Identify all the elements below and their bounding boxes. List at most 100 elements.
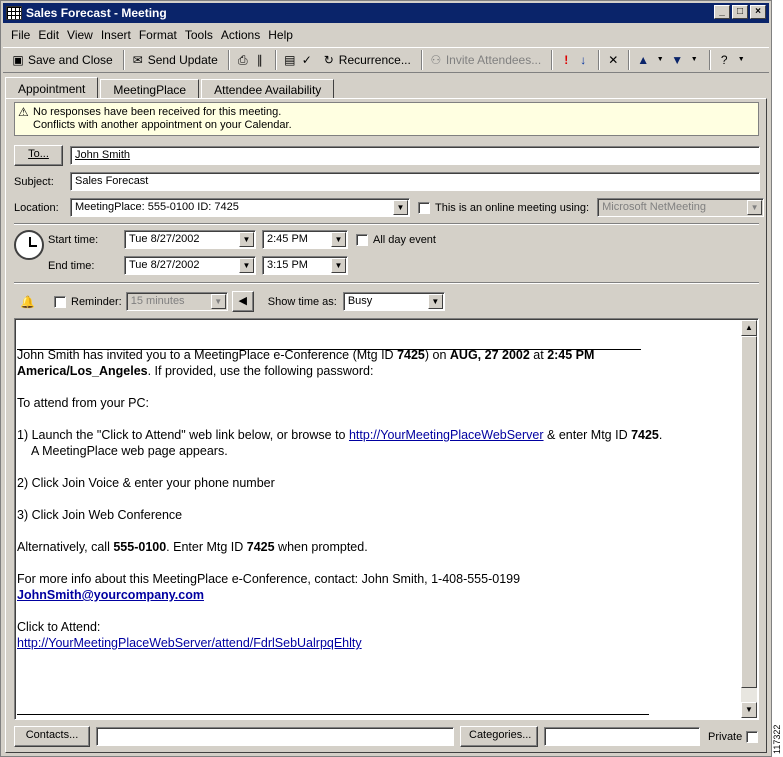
printer-icon[interactable]: ⎙ <box>236 53 250 67</box>
alternative-call: Alternatively, call 555-0100. Enter Mtg … <box>17 539 737 555</box>
chevron-down-icon[interactable]: ▼ <box>393 200 408 215</box>
tab-appointment[interactable]: Appointment <box>5 77 99 99</box>
end-date-combo[interactable]: Tue 8/27/2002 ▼ <box>124 256 256 275</box>
email-link[interactable]: JohnSmith@yourcompany.com <box>17 588 204 602</box>
reminder-sound-button[interactable]: ◀ <box>231 291 254 312</box>
to-button[interactable]: To... <box>14 145 63 166</box>
start-time-combo[interactable]: 2:45 PM ▼ <box>262 230 348 249</box>
minimize-button[interactable]: _ <box>714 5 730 19</box>
chevron-down-icon[interactable]: ▼ <box>239 258 254 273</box>
menu-view[interactable]: View <box>67 28 93 42</box>
online-meeting-checkbox[interactable] <box>418 201 430 214</box>
online-meeting-value: Microsoft NetMeeting <box>602 201 707 213</box>
scroll-up-icon[interactable]: ▲ <box>741 320 757 336</box>
info-line-responses: No responses have been received for this… <box>33 106 282 118</box>
save-and-close-button[interactable]: ▣ Save and Close <box>11 53 112 67</box>
divider <box>14 223 759 225</box>
send-update-button[interactable]: ✉ Send Update <box>131 53 218 67</box>
menu-tools[interactable]: Tools <box>185 28 213 42</box>
contact-info: For more info about this MeetingPlace e-… <box>17 571 737 603</box>
toolbar-separator <box>709 50 712 70</box>
location-label: Location: <box>14 201 59 214</box>
toolbar-separator <box>227 50 230 70</box>
online-meeting-combo[interactable]: Microsoft NetMeeting ▼ <box>597 198 765 217</box>
close-button[interactable]: × <box>750 5 766 19</box>
online-meeting-label: This is an online meeting using: <box>435 201 590 214</box>
high-importance-icon[interactable]: ! <box>559 53 573 67</box>
to-field[interactable]: John Smith <box>70 146 760 165</box>
next-dropdown-icon[interactable]: ▼ <box>687 53 701 67</box>
body-text: ) on <box>424 348 450 362</box>
divider <box>14 282 759 284</box>
message-body[interactable]: John Smith has invited you to a MeetingP… <box>14 318 759 720</box>
scroll-down-icon[interactable]: ▼ <box>741 702 757 718</box>
maximize-button[interactable]: □ <box>732 5 748 19</box>
toolbar-options-icon[interactable]: ▼ <box>734 53 748 67</box>
address-book-icon[interactable]: ▤ <box>283 53 297 67</box>
step-3: 3) Click Join Web Conference <box>17 508 183 522</box>
chevron-down-icon[interactable]: ▼ <box>427 294 443 309</box>
low-importance-icon[interactable]: ↓ <box>576 53 590 67</box>
show-time-as-label: Show time as: <box>267 295 337 308</box>
toolbar-separator <box>122 50 125 70</box>
end-time-value: 3:15 PM <box>267 259 308 271</box>
categories-field[interactable] <box>544 727 700 746</box>
envelope-icon: ✉ <box>132 53 143 67</box>
contacts-field[interactable] <box>96 727 454 746</box>
menu-help[interactable]: Help <box>268 28 293 42</box>
paperclip-icon[interactable]: ∥ <box>253 53 267 67</box>
recurrence-label: Recurrence... <box>338 53 411 67</box>
invite-attendees-button[interactable]: ⚇ Invite Attendees... <box>429 53 541 67</box>
menu-format[interactable]: Format <box>139 28 177 42</box>
body-text: 1) Launch the "Click to Attend" web link… <box>17 428 349 442</box>
delete-icon[interactable]: ✕ <box>606 53 620 67</box>
body-text: . If provided, use the following passwor… <box>147 364 374 378</box>
menu-edit[interactable]: Edit <box>38 28 59 42</box>
end-time-label: End time: <box>48 259 95 272</box>
show-time-as-combo[interactable]: Busy ▼ <box>342 292 445 311</box>
tab-attendee-availability[interactable]: Attendee Availability <box>201 79 335 99</box>
body-bottom-rule <box>17 714 649 715</box>
tab-strip: Appointment MeetingPlace Attendee Availa… <box>5 77 336 99</box>
contacts-button[interactable]: Contacts... <box>14 726 90 747</box>
info-bar: ⚠ No responses have been received for th… <box>14 102 759 136</box>
invite-attendees-icon: ⚇ <box>430 53 442 67</box>
phone-number: 555-0100 <box>113 540 167 554</box>
recurrence-button[interactable]: ↻ Recurrence... <box>322 53 411 67</box>
previous-item-icon[interactable]: ▲ <box>636 53 650 67</box>
previous-dropdown-icon[interactable]: ▼ <box>653 53 667 67</box>
scroll-thumb[interactable] <box>741 336 757 688</box>
categories-button[interactable]: Categories... <box>460 726 538 747</box>
invite-paragraph: John Smith has invited you to a MeetingP… <box>17 347 737 379</box>
end-time-combo[interactable]: 3:15 PM ▼ <box>262 256 348 275</box>
private-checkbox[interactable] <box>746 730 759 743</box>
reminder-combo[interactable]: 15 minutes ▼ <box>125 292 228 311</box>
toolbar-separator <box>274 50 277 70</box>
start-date-combo[interactable]: Tue 8/27/2002 ▼ <box>124 230 256 249</box>
location-combo[interactable]: MeetingPlace: 555-0100 ID: 7425 ▼ <box>70 198 410 217</box>
step-1: 1) Launch the "Click to Attend" web link… <box>17 427 737 459</box>
reminder-checkbox[interactable] <box>54 295 66 308</box>
to-recipient: John Smith <box>75 149 131 161</box>
check-names-icon[interactable]: ✓ <box>300 53 314 67</box>
help-icon[interactable]: ? <box>717 53 731 67</box>
menu-actions[interactable]: Actions <box>221 28 260 42</box>
attend-link[interactable]: http://YourMeetingPlaceWebServer/attend/… <box>17 636 362 650</box>
chevron-down-icon[interactable]: ▼ <box>331 258 346 273</box>
next-item-icon[interactable]: ▼ <box>670 53 684 67</box>
tab-meetingplace[interactable]: MeetingPlace <box>100 79 200 99</box>
step-2: 2) Click Join Voice & enter your phone n… <box>17 476 275 490</box>
menu-insert[interactable]: Insert <box>101 28 131 42</box>
all-day-checkbox[interactable] <box>356 233 368 246</box>
body-text: John Smith has invited you to a MeetingP… <box>17 348 398 362</box>
chevron-down-icon[interactable]: ▼ <box>331 232 346 247</box>
body-text: . <box>658 428 663 442</box>
web-server-link[interactable]: http://YourMeetingPlaceWebServer <box>349 428 544 442</box>
menu-file[interactable]: File <box>11 28 30 42</box>
chevron-down-icon[interactable]: ▼ <box>239 232 254 247</box>
floppy-disk-icon: ▣ <box>12 53 24 67</box>
body-text: Click to Attend: <box>17 620 101 634</box>
subject-field[interactable]: Sales Forecast <box>70 172 760 191</box>
chevron-down-icon: ▼ <box>210 294 226 309</box>
vertical-scrollbar[interactable]: ▲ ▼ <box>741 320 757 718</box>
